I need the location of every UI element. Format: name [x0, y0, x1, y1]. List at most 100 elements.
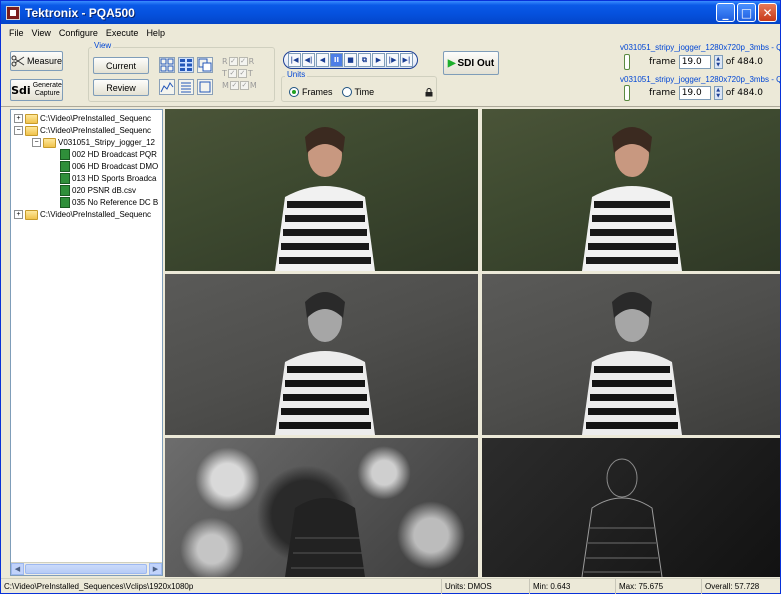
measure-label: Measure	[26, 56, 62, 66]
graph-view-icon[interactable]	[159, 79, 175, 95]
lock-icon[interactable]	[425, 88, 433, 97]
results-file-icon	[60, 197, 70, 208]
review-button[interactable]: Review	[93, 79, 149, 96]
reference-file-name[interactable]: v031051_stripy_jogger_1280x720p_3mbs - Q	[620, 43, 781, 52]
tree-item-label: 002 HD Broadcast PQR	[72, 150, 157, 159]
minimize-button[interactable]: _	[716, 3, 735, 22]
channel-checkbox[interactable]: ✓	[239, 80, 249, 90]
tree-item-label: V031051_Stripy_jogger_12	[58, 138, 155, 147]
close-button[interactable]: ✕	[758, 3, 777, 22]
tree-item[interactable]: − V031051_Stripy_jogger_12	[32, 137, 155, 148]
channel-checkbox[interactable]: ✓	[227, 68, 237, 78]
first-frame-button[interactable]: |◀	[288, 53, 301, 67]
folder-icon	[25, 125, 38, 136]
previous-mark-button[interactable]: ◀|	[302, 53, 315, 67]
play-button[interactable]: ▶	[372, 53, 385, 67]
menu-file[interactable]: File	[5, 28, 28, 38]
tree-item[interactable]: 035 No Reference DC B	[60, 197, 158, 208]
transport-controls: |◀ ◀| ◀ II ■ ⧉ ▶ |▶ ▶|	[283, 51, 418, 69]
tree-expander[interactable]: −	[14, 126, 23, 135]
reference-frame-spinner[interactable]: ▲ ▼	[713, 55, 723, 69]
last-frame-button[interactable]: ▶|	[400, 53, 413, 67]
channel-r-label: R	[222, 56, 228, 66]
status-units: Units: DMOS	[441, 579, 529, 594]
tree-expander[interactable]: +	[14, 114, 23, 123]
measure-button[interactable]: Measure	[10, 51, 63, 71]
test-frame-input[interactable]: 19.0	[678, 86, 711, 100]
time-label: Time	[354, 87, 375, 97]
single-view-icon[interactable]	[197, 79, 213, 95]
results-file-icon	[60, 173, 70, 184]
current-label: Current	[105, 60, 136, 71]
tree-horizontal-scrollbar[interactable]: ◀ ▶	[11, 562, 162, 575]
results-file-icon	[60, 161, 70, 172]
review-label: Review	[106, 82, 136, 93]
tree-item[interactable]: + C:\Video\PreInstalled_Sequenc	[14, 209, 151, 220]
reference-frame-row: frame 19.0 ▲ ▼ of 484.0	[649, 55, 763, 69]
tree-item[interactable]: − C:\Video\PreInstalled_Sequenc	[14, 125, 151, 136]
status-max: Max: 75.675	[615, 579, 701, 594]
maximize-button[interactable]: □	[737, 3, 756, 22]
stop-button[interactable]: ■	[344, 53, 357, 67]
step-back-button[interactable]: ◀	[316, 53, 329, 67]
tektronix-app-icon	[6, 5, 20, 20]
title-bar[interactable]: Tektronix - PQA500 _ □ ✕	[1, 1, 780, 24]
window-title: Tektronix - PQA500	[25, 5, 135, 20]
layout-overlap-icon[interactable]	[197, 57, 213, 73]
folder-icon	[25, 209, 38, 220]
scroll-right-icon[interactable]: ▶	[149, 563, 162, 575]
tree-item-label: 020 PSNR dB.csv	[72, 186, 137, 195]
tree-item[interactable]: + C:\Video\PreInstalled_Sequenc	[14, 113, 151, 124]
results-file-icon	[60, 149, 70, 160]
test-frame-label: frame	[649, 88, 676, 98]
channel-r-label: R	[248, 56, 255, 66]
sdi-badge: Sdi	[11, 83, 31, 97]
test-gray-pane[interactable]	[482, 274, 780, 435]
play-arrow-icon: ▶	[447, 57, 456, 69]
sdi-out-label: SDI Out	[457, 57, 495, 69]
channel-checkbox[interactable]: ✓	[237, 68, 247, 78]
scissors-icon	[11, 55, 25, 67]
menu-help[interactable]: Help	[142, 28, 169, 38]
channel-checkbox[interactable]: ✓	[229, 80, 239, 90]
channel-checkbox[interactable]: ✓	[228, 56, 238, 66]
channel-checkboxes: R ✓ ✓ R T ✓ ✓ T M ✓ ✓ M	[222, 55, 257, 91]
time-radio[interactable]	[341, 87, 352, 97]
scrollbar-thumb[interactable]	[25, 564, 147, 574]
loop-button[interactable]: ⧉	[358, 53, 371, 67]
current-button[interactable]: Current	[93, 57, 149, 74]
tree-item[interactable]: 013 HD Sports Broadca	[60, 173, 157, 184]
menu-bar: File View Configure Execute Help	[1, 24, 780, 41]
pause-button[interactable]: II	[330, 53, 343, 67]
channel-checkbox[interactable]: ✓	[238, 56, 248, 66]
edge-difference-map-pane[interactable]	[482, 438, 780, 577]
perceptual-difference-map-pane[interactable]	[165, 438, 478, 577]
tree-expander[interactable]: +	[14, 210, 23, 219]
generate-capture-button[interactable]: Sdi Generate Capture	[10, 79, 63, 101]
tree-item[interactable]: 006 HD Broadcast DMO	[60, 161, 158, 172]
test-level-indicator	[624, 85, 630, 101]
scroll-left-icon[interactable]: ◀	[11, 563, 24, 575]
sdi-out-button[interactable]: ▶ SDI Out	[443, 51, 499, 75]
tree-item[interactable]: 020 PSNR dB.csv	[60, 185, 136, 196]
reference-gray-pane[interactable]	[165, 274, 478, 435]
menu-configure[interactable]: Configure	[55, 28, 102, 38]
difference-figure	[581, 458, 663, 577]
channel-t-label: T	[247, 68, 253, 78]
test-video-pane[interactable]	[482, 109, 780, 271]
next-mark-button[interactable]: |▶	[386, 53, 399, 67]
frames-radio[interactable]	[289, 87, 299, 97]
status-min: Min: 0.643	[529, 579, 615, 594]
menu-execute[interactable]: Execute	[102, 28, 143, 38]
tree-item[interactable]: 002 HD Broadcast PQR	[60, 149, 157, 160]
reference-frame-input[interactable]: 19.0	[678, 55, 711, 69]
test-file-name[interactable]: v031051_stripy_jogger_1280x720p_3mbs - Q	[620, 75, 781, 84]
channel-m-label: M	[222, 80, 229, 90]
tree-expander[interactable]: −	[32, 138, 41, 147]
layout-grid-icon[interactable]	[159, 57, 175, 73]
reference-video-pane[interactable]	[165, 109, 478, 271]
list-view-icon[interactable]	[178, 79, 194, 95]
menu-view[interactable]: View	[28, 28, 55, 38]
test-frame-spinner[interactable]: ▲ ▼	[713, 86, 723, 100]
layout-six-pane-icon[interactable]	[178, 57, 194, 73]
